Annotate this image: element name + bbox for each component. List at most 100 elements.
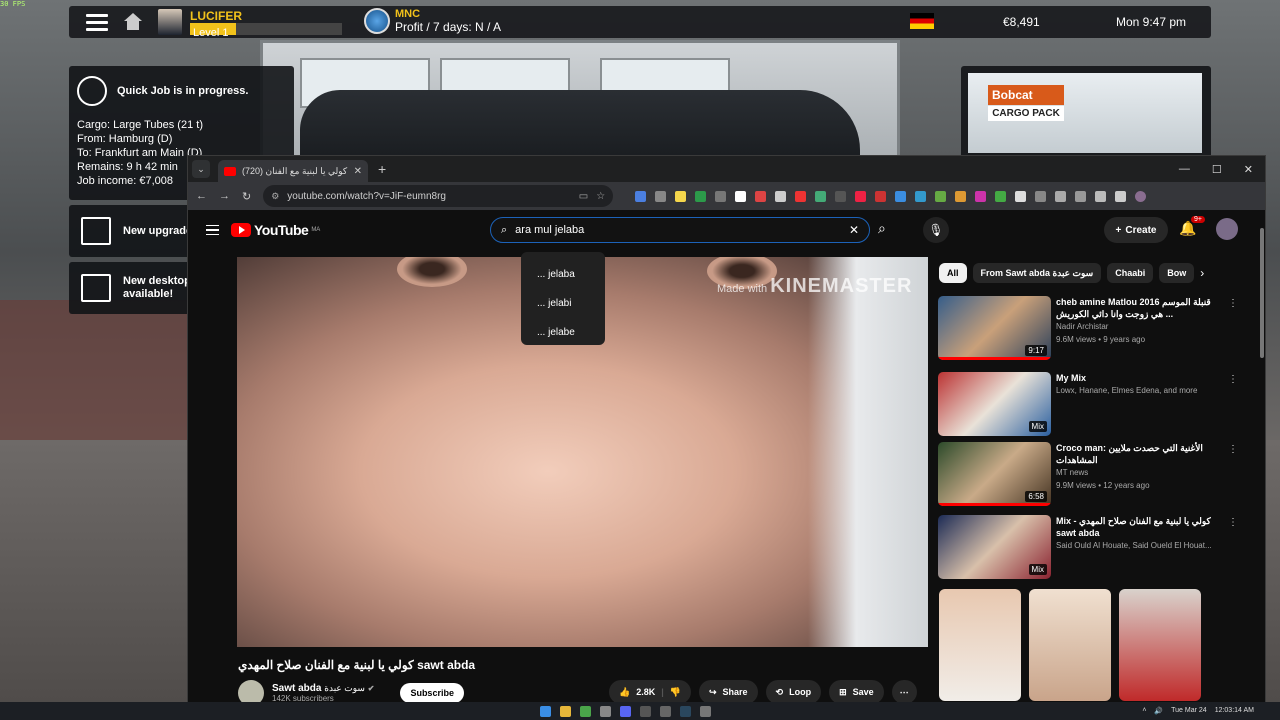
- like-button[interactable]: 👍 2.8K | 👎: [609, 680, 691, 704]
- scrollbar[interactable]: [1260, 228, 1264, 358]
- profile-avatar-icon[interactable]: [1135, 190, 1147, 202]
- extension-icon[interactable]: [655, 190, 667, 202]
- chip-bow[interactable]: Bow: [1159, 263, 1195, 283]
- extension-icon[interactable]: [755, 190, 767, 202]
- extension-icon[interactable]: [795, 190, 807, 202]
- save-button[interactable]: ⊞ Save: [829, 680, 884, 704]
- search-input[interactable]: ⌕ ara mul jelaba ✕: [490, 217, 870, 243]
- home-icon[interactable]: [124, 13, 142, 31]
- browser-toolbar: ← → ↻ ⚙ youtube.com/watch?v=JiF-eumn8rg …: [188, 182, 1265, 210]
- address-bar[interactable]: ⚙ youtube.com/watch?v=JiF-eumn8rg ▭ ☆: [263, 185, 614, 207]
- extension-icon[interactable]: [1095, 190, 1107, 202]
- chip-from-channel[interactable]: From Sawt abda سوت عبدة: [972, 263, 1102, 283]
- create-button[interactable]: + Create: [1104, 217, 1168, 243]
- youtube-logo[interactable]: YouTube MA: [231, 222, 320, 238]
- extension-icon[interactable]: [975, 190, 987, 202]
- recommendation-item[interactable]: Mix My Mix Lowx, Hanane, Elmes Edena, and…: [938, 372, 1238, 438]
- share-icon: ↪: [708, 686, 717, 697]
- extension-icon[interactable]: [1015, 190, 1027, 202]
- url-text: youtube.com/watch?v=JiF-eumn8rg: [287, 190, 446, 202]
- from-value: Hamburg (D): [108, 133, 173, 145]
- fps-counter: 30 FPS: [0, 0, 26, 8]
- voice-search-icon[interactable]: 🎙: [923, 217, 949, 243]
- maximize-icon[interactable]: ☐: [1212, 163, 1222, 176]
- discord-icon[interactable]: [620, 705, 631, 717]
- search-button-icon[interactable]: ⌕: [878, 220, 886, 237]
- extension-icon[interactable]: [735, 190, 747, 202]
- taskbar-app-icon[interactable]: [640, 705, 651, 717]
- extension-icon[interactable]: [935, 190, 947, 202]
- extension-icon[interactable]: [855, 190, 867, 202]
- windows-start-icon[interactable]: [540, 705, 551, 717]
- chrome-icon[interactable]: [580, 705, 591, 717]
- extension-icon[interactable]: [995, 190, 1007, 202]
- guide-menu-icon[interactable]: [206, 222, 219, 239]
- close-window-icon[interactable]: ✕: [1244, 163, 1253, 176]
- close-tab-icon[interactable]: ✕: [354, 166, 362, 177]
- suggestion-item[interactable]: ... jelaba: [521, 260, 605, 289]
- extension-icon[interactable]: [715, 190, 727, 202]
- recommendation-item[interactable]: Mix Mix - كولي يا لبنية مع الفنان صلاح ا…: [938, 515, 1238, 581]
- extension-icon[interactable]: [775, 190, 787, 202]
- extension-icon[interactable]: [635, 190, 647, 202]
- chip-chaabi[interactable]: Chaabi: [1107, 263, 1154, 283]
- extension-icon[interactable]: [1115, 190, 1127, 202]
- avatar[interactable]: [158, 9, 182, 35]
- extension-icon[interactable]: [815, 190, 827, 202]
- suggestion-item[interactable]: ... jelabe: [521, 318, 605, 347]
- recommendation-item[interactable]: 6:58 Croco man: الأغنية التي حصدت ملايين…: [938, 442, 1238, 508]
- extension-icon[interactable]: [895, 190, 907, 202]
- taskbar-app-icon[interactable]: [700, 705, 711, 717]
- reload-icon[interactable]: ↻: [242, 190, 251, 203]
- share-button[interactable]: ↪ Share: [698, 680, 758, 704]
- extension-icon[interactable]: [1035, 190, 1047, 202]
- short-thumbnail[interactable]: [939, 589, 1021, 701]
- channel-name[interactable]: Sawt abda: [272, 683, 321, 694]
- tab-youtube[interactable]: (720) كولي يا لبنية مع الفنان ✕: [218, 160, 368, 182]
- account-avatar[interactable]: [1216, 218, 1238, 240]
- taskbar-app-icon[interactable]: [660, 705, 671, 717]
- company-info[interactable]: MNC Profit / 7 days: N / A: [364, 8, 501, 34]
- save-icon: ⊞: [839, 686, 847, 697]
- extension-icon[interactable]: [955, 190, 967, 202]
- extension-icon[interactable]: [1055, 190, 1067, 202]
- cast-icon[interactable]: ▭: [579, 191, 588, 202]
- extension-icon[interactable]: [875, 190, 887, 202]
- loop-button[interactable]: ⟲ Loop: [765, 680, 822, 704]
- suggestion-item[interactable]: ... jelabi: [521, 289, 605, 318]
- thumbs-down-icon[interactable]: 👎: [670, 687, 681, 698]
- extension-icon[interactable]: [695, 190, 707, 202]
- chevron-right-icon[interactable]: ›: [1200, 263, 1204, 283]
- new-tab-icon[interactable]: +: [378, 161, 386, 177]
- steam-icon[interactable]: [680, 705, 691, 717]
- extension-icon[interactable]: [915, 190, 927, 202]
- desktop-line2: available!: [123, 288, 174, 300]
- more-vert-icon[interactable]: ⋮: [1228, 298, 1238, 309]
- more-vert-icon[interactable]: ⋮: [1228, 374, 1238, 385]
- short-thumbnail[interactable]: [1119, 589, 1201, 701]
- extension-icon[interactable]: [675, 190, 687, 202]
- short-thumbnail[interactable]: [1029, 589, 1111, 701]
- tray-chevron-icon[interactable]: ˄: [1142, 707, 1146, 715]
- more-vert-icon[interactable]: ⋮: [1228, 517, 1238, 528]
- site-info-icon[interactable]: ⚙: [271, 191, 279, 202]
- subscribe-button[interactable]: Subscribe: [400, 683, 464, 703]
- chip-all[interactable]: All: [939, 263, 967, 283]
- hamburger-menu-icon[interactable]: [86, 10, 108, 35]
- tab-search-icon[interactable]: ⌄: [192, 160, 210, 178]
- advert-panel[interactable]: Bobcat CARGO PACK: [961, 66, 1211, 158]
- file-explorer-icon[interactable]: [560, 705, 571, 717]
- clear-search-icon[interactable]: ✕: [849, 223, 859, 237]
- volume-icon[interactable]: 🔊: [1154, 707, 1163, 715]
- back-icon[interactable]: ←: [196, 190, 207, 202]
- forward-icon[interactable]: →: [219, 190, 230, 202]
- taskbar-app-icon[interactable]: [600, 705, 611, 717]
- rec-channel: Nadir Archistar: [1056, 322, 1109, 331]
- extension-icon[interactable]: [1075, 190, 1087, 202]
- recommendation-item[interactable]: 9:17 cheb amine Matlou 2016 قنبلة الموسم…: [938, 296, 1238, 362]
- extension-icon[interactable]: [835, 190, 847, 202]
- minimize-icon[interactable]: —: [1179, 163, 1190, 176]
- bookmark-star-icon[interactable]: ☆: [596, 191, 605, 202]
- more-actions-icon[interactable]: ⋯: [891, 680, 917, 704]
- more-vert-icon[interactable]: ⋮: [1228, 444, 1238, 455]
